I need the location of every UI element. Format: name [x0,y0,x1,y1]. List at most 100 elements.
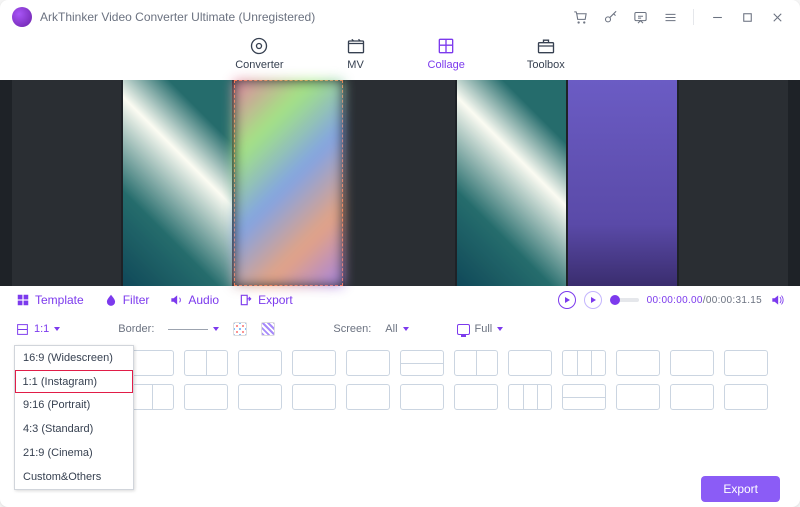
preview-slot-empty[interactable] [345,80,454,286]
layout-template[interactable] [184,350,228,376]
layout-template[interactable] [562,384,606,410]
ratio-option[interactable]: 9:16 (Portrait) [15,393,133,417]
chevron-down-icon [54,327,60,331]
monitor-icon [457,324,470,335]
layout-template[interactable] [346,384,390,410]
toolbox-icon [536,36,556,56]
close-button[interactable] [766,6,788,28]
export-icon [239,293,253,307]
aspect-ratio-menu: 16:9 (Widescreen) 1:1 (Instagram) 9:16 (… [14,345,134,490]
layout-template[interactable] [454,384,498,410]
tab-converter[interactable]: Converter [235,36,283,71]
mode-filter[interactable]: Filter [104,293,150,307]
layout-template[interactable] [670,384,714,410]
layout-template[interactable] [346,350,390,376]
converter-icon [249,36,269,56]
layout-template[interactable] [454,350,498,376]
app-title: ArkThinker Video Converter Ultimate (Unr… [40,10,315,24]
filter-icon [104,293,118,307]
border-style-dropdown[interactable] [168,327,219,331]
ratio-option-highlighted[interactable]: 1:1 (Instagram) [15,370,133,393]
ratio-option[interactable]: 4:3 (Standard) [15,417,133,441]
app-logo-icon [12,7,32,27]
mode-label: Audio [188,293,219,307]
display-value: Full [475,323,493,335]
menu-icon[interactable] [659,6,681,28]
preview-slot-empty[interactable] [12,80,121,286]
ratio-option[interactable]: 16:9 (Widescreen) [15,346,133,370]
volume-icon[interactable] [770,293,784,307]
layout-template[interactable] [292,350,336,376]
preview-slot[interactable] [123,80,232,286]
playback-time: 00:00:00.00/00:00:31.15 [647,295,762,306]
preview-slot-empty[interactable] [679,80,788,286]
play-button[interactable] [558,291,576,309]
border-label: Border: [118,323,154,335]
tab-collage[interactable]: Collage [428,36,465,71]
chevron-down-icon [497,327,503,331]
border-color-picker[interactable] [233,322,247,336]
layout-template[interactable] [616,384,660,410]
tab-label: Collage [428,59,465,71]
cart-icon[interactable] [569,6,591,28]
tab-label: Converter [235,59,283,71]
video-thumbnail [234,80,343,286]
aspect-ratio-dropdown[interactable]: 1:1 [16,323,60,336]
tab-toolbox[interactable]: Toolbox [527,36,565,71]
play-all-button[interactable] [584,291,602,309]
mode-template[interactable]: Template [16,293,84,307]
layout-template[interactable] [562,350,606,376]
layout-template[interactable] [400,350,444,376]
tab-mv[interactable]: MV [346,36,366,71]
border-pattern-picker[interactable] [261,322,275,336]
ratio-icon [16,323,29,336]
preview-slot[interactable] [457,80,566,286]
tab-label: Toolbox [527,59,565,71]
preview-slot[interactable] [568,80,677,286]
display-dropdown[interactable]: Full [457,323,504,335]
collage-preview [0,80,800,286]
layout-template[interactable] [670,350,714,376]
timeline-slider[interactable] [610,298,638,302]
mode-export[interactable]: Export [239,293,293,307]
ratio-value: 1:1 [34,323,49,335]
video-thumbnail [568,80,677,286]
feedback-icon[interactable] [629,6,651,28]
layout-template[interactable] [238,350,282,376]
minimize-button[interactable] [706,6,728,28]
app-window: ArkThinker Video Converter Ultimate (Unr… [0,0,800,507]
border-preview [168,329,208,330]
main-tabs: Converter MV Collage Toolbox [0,34,800,80]
layout-template[interactable] [508,350,552,376]
screen-label: Screen: [333,323,371,335]
layout-template[interactable] [724,350,768,376]
mode-label: Filter [123,293,150,307]
layout-template[interactable] [292,384,336,410]
layout-template[interactable] [238,384,282,410]
slider-thumb[interactable] [610,295,620,305]
mv-icon [346,36,366,56]
template-icon [16,293,30,307]
ratio-option[interactable]: Custom&Others [15,465,133,489]
layout-template[interactable] [130,350,174,376]
key-icon[interactable] [599,6,621,28]
layout-template[interactable] [184,384,228,410]
layout-template[interactable] [130,384,174,410]
maximize-button[interactable] [736,6,758,28]
chevron-down-icon [403,327,409,331]
layout-template[interactable] [508,384,552,410]
mode-audio[interactable]: Audio [169,293,219,307]
export-button[interactable]: Export [701,476,780,502]
preview-slot-selected[interactable] [234,80,343,286]
template-controls: 1:1 Border: Screen: All Full [0,314,800,344]
mode-bar: Template Filter Audio Export 00:00:00.00… [0,286,800,314]
time-current: 00:00:00.00 [647,295,703,306]
layout-template[interactable] [616,350,660,376]
video-thumbnail [457,80,566,286]
titlebar-divider [693,9,694,25]
layout-template[interactable] [724,384,768,410]
ratio-option[interactable]: 21:9 (Cinema) [15,441,133,465]
app-name: ArkThinker Video Converter Ultimate [40,10,235,24]
screen-dropdown[interactable]: All [385,323,408,335]
layout-template[interactable] [400,384,444,410]
